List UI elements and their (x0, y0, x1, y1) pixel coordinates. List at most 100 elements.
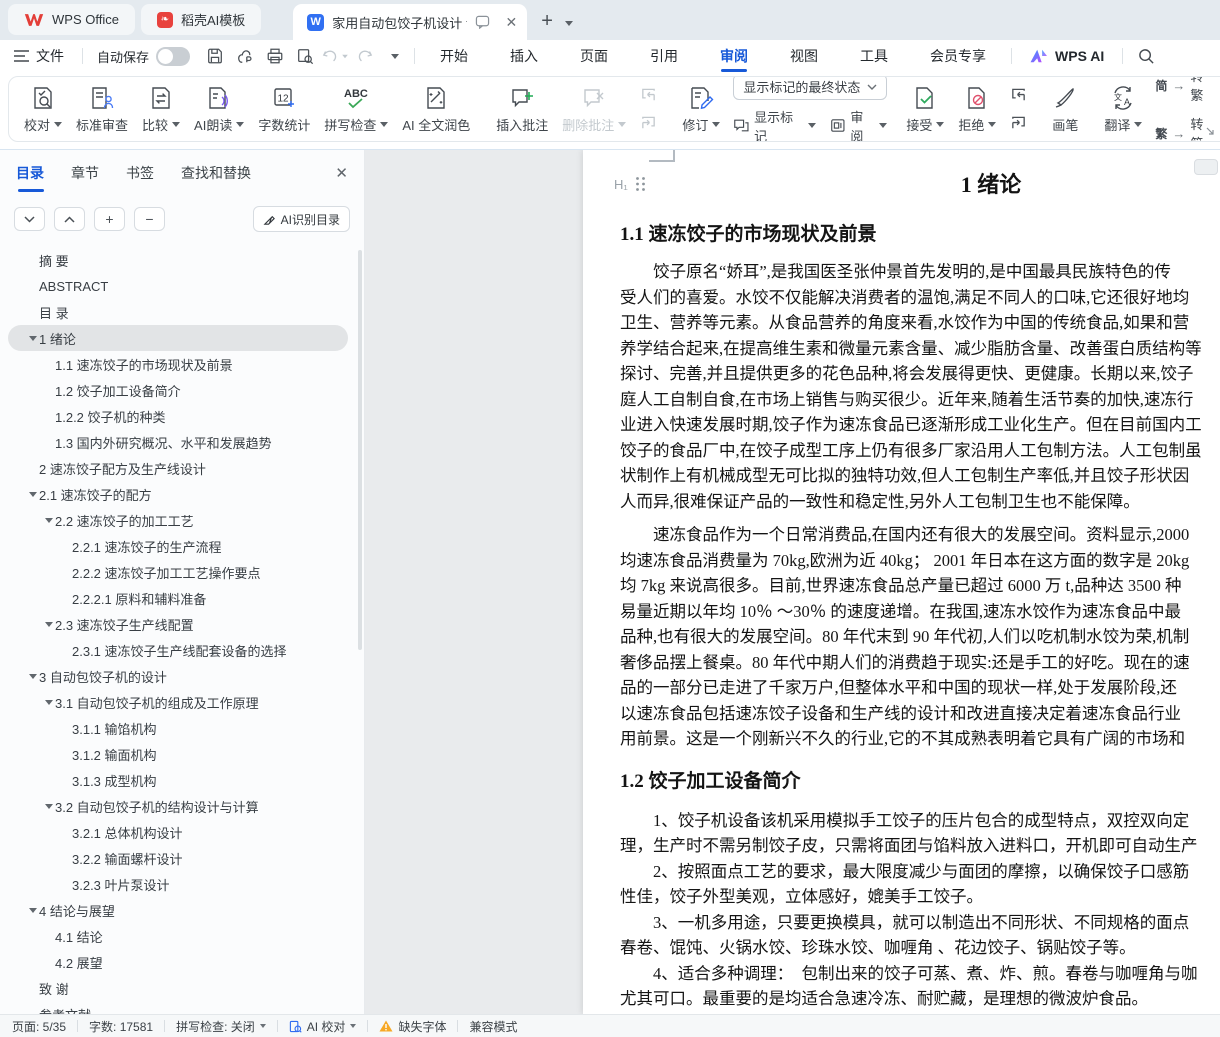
wps-ai-button[interactable]: WPS AI (1016, 48, 1118, 64)
toc-item[interactable]: 3.2.3 叶片泵设计 (8, 871, 364, 897)
toc-collapse-arrow-icon[interactable] (42, 804, 55, 809)
toc-item[interactable]: 1.2 饺子加工设备简介 (8, 377, 364, 403)
tab-list-dropdown-icon[interactable] (565, 13, 573, 31)
tab-docer-templates[interactable]: ❧ 稻壳AI模板 (141, 4, 261, 35)
spell-check-button[interactable]: ABC 拼写检查 (317, 78, 395, 140)
close-tab-icon[interactable]: ✕ (506, 14, 518, 31)
toc-item[interactable]: 1 绪论 (8, 325, 348, 351)
comment-bubble-icon[interactable] (475, 15, 490, 29)
toc-collapse-arrow-icon[interactable] (42, 518, 55, 523)
menu-item[interactable]: 插入 (489, 40, 559, 72)
toc-item[interactable]: 2.2.2.1 原料和辅料准备 (8, 585, 364, 611)
show-markup-button[interactable]: 显示标记 (733, 107, 815, 143)
new-tab-button[interactable]: + (541, 10, 553, 33)
toc-collapse-arrow-icon[interactable] (26, 336, 39, 341)
toc-item[interactable]: 4.1 结论 (8, 923, 364, 949)
toc-item[interactable]: 3.2.2 输面螺杆设计 (8, 845, 364, 871)
previous-change-icon[interactable] (1007, 85, 1029, 105)
undo-redo-dropdown-icon[interactable] (380, 44, 410, 68)
tab-wps-home[interactable]: WPS Office (8, 4, 135, 35)
search-icon[interactable] (1131, 44, 1161, 68)
ai-read-aloud-button[interactable]: AI朗读 (187, 78, 251, 140)
ai-polish-button[interactable]: AI 全文润色 (395, 78, 477, 140)
insert-comment-button[interactable]: 插入批注 (489, 78, 555, 140)
export-pdf-button[interactable] (230, 44, 260, 68)
toc-item[interactable]: 2.3 速冻饺子生产线配置 (8, 611, 364, 637)
toc-item[interactable]: 2.2.2 速冻饺子加工工艺操作要点 (8, 559, 364, 585)
sidebar-tab-bookmarks[interactable]: 书签 (126, 163, 154, 183)
toc-collapse-arrow-icon[interactable] (26, 674, 39, 679)
redo-button[interactable] (350, 44, 380, 68)
review-mode-button[interactable]: 审阅 (830, 107, 888, 143)
toc-item[interactable]: 2.2.1 速冻饺子的生产流程 (8, 533, 364, 559)
menu-item[interactable]: 页面 (559, 40, 629, 72)
menu-item[interactable]: 审阅 (699, 40, 769, 72)
document-page[interactable]: H₁ 1 绪论 1.1 速冻饺子的市场现状及前景 饺子原名“娇耳”,是我国医圣张… (583, 150, 1220, 1014)
sidebar-tab-contents[interactable]: 目录 (16, 163, 44, 183)
missing-font-warning[interactable]: 缺失字体 (379, 1018, 446, 1035)
sidebar-scrollbar[interactable] (358, 250, 362, 650)
document-text[interactable]: 1 绪论 1.1 速冻饺子的市场现状及前景 饺子原名“娇耳”,是我国医圣张仲景首… (620, 150, 1220, 1012)
ai-recognize-toc-button[interactable]: AI识别目录 (253, 206, 350, 232)
toc-item[interactable]: 3.2.1 总体机构设计 (8, 819, 364, 845)
markup-state-select[interactable]: 显示标记的最终状态 (733, 76, 887, 100)
print-preview-button[interactable] (290, 44, 320, 68)
menu-item[interactable]: 引用 (629, 40, 699, 72)
menu-item[interactable]: 会员专享 (909, 40, 1007, 72)
save-button[interactable] (200, 44, 230, 68)
traditional-to-simplified-button[interactable]: 繁→ 转简 (1155, 114, 1203, 142)
proofread-button[interactable]: 校对 (17, 78, 69, 140)
translate-button[interactable]: 文A 翻译 (1097, 78, 1149, 140)
ai-proofread-status[interactable]: AI 校对 (289, 1018, 357, 1035)
menu-item[interactable]: 视图 (769, 40, 839, 72)
toc-item[interactable]: 3.1.2 输面机构 (8, 741, 364, 767)
scroll-top-widget[interactable] (1194, 159, 1218, 175)
expand-all-button[interactable] (54, 207, 85, 231)
collapse-all-button[interactable] (14, 207, 45, 231)
toc-collapse-arrow-icon[interactable] (26, 908, 39, 913)
delete-comment-button[interactable]: 删除批注 (555, 78, 633, 140)
toc-item[interactable]: 4 结论与展望 (8, 897, 364, 923)
toc-item[interactable]: 1.2.2 饺子机的种类 (8, 403, 364, 429)
word-count-button[interactable]: 12 字数统计 (251, 78, 317, 140)
next-change-icon[interactable] (1007, 113, 1029, 133)
toc-item[interactable]: 2 速冻饺子配方及生产线设计 (8, 455, 364, 481)
toc-item[interactable]: 1.3 国内外研究概况、水平和发展趋势 (8, 429, 364, 455)
compare-button[interactable]: 比较 (135, 78, 187, 140)
simplified-to-traditional-button[interactable]: 简→ 转繁 (1155, 76, 1203, 104)
toc-item[interactable]: 3.1 自动包饺子机的组成及工作原理 (8, 689, 364, 715)
ink-brush-button[interactable]: 画笔 (1045, 78, 1085, 140)
next-comment-icon[interactable] (637, 113, 659, 133)
toc-item[interactable]: 参考文献 (8, 1001, 364, 1014)
page-indicator[interactable]: 页面: 5/35 (12, 1018, 66, 1035)
toc-item[interactable]: 目 录 (8, 299, 364, 325)
toc-item[interactable]: ABSTRACT (8, 273, 364, 299)
toc-item[interactable]: 摘 要 (8, 247, 364, 273)
toc-item[interactable]: 3.2 自动包饺子机的结构设计与计算 (8, 793, 364, 819)
print-button[interactable] (260, 44, 290, 68)
undo-button[interactable] (320, 44, 350, 68)
file-menu[interactable]: 文件 (0, 46, 78, 66)
word-count-indicator[interactable]: 字数: 17581 (89, 1018, 153, 1035)
sidebar-tab-find-replace[interactable]: 查找和替换 (181, 163, 251, 183)
zoom-out-outline-button[interactable]: − (134, 207, 165, 231)
toc-item[interactable]: 2.3.1 速冻饺子生产线配套设备的选择 (8, 637, 364, 663)
toc-item[interactable]: 3.1.1 输馅机构 (8, 715, 364, 741)
toc-item[interactable]: 致 谢 (8, 975, 364, 1001)
track-changes-button[interactable]: 修订 (675, 78, 727, 140)
zoom-in-outline-button[interactable]: + (94, 207, 125, 231)
standard-review-button[interactable]: 标准审查 (69, 78, 135, 140)
toc-item[interactable]: 3.1.3 成型机构 (8, 767, 364, 793)
previous-comment-icon[interactable] (637, 85, 659, 105)
toc-item[interactable]: 3 自动包饺子机的设计 (8, 663, 364, 689)
toc-item[interactable]: 2.2 速冻饺子的加工工艺 (8, 507, 364, 533)
autosave-toggle[interactable] (156, 47, 190, 66)
toc-item[interactable]: 1.1 速冻饺子的市场现状及前景 (8, 351, 364, 377)
sidebar-tab-chapters[interactable]: 章节 (71, 163, 99, 183)
spell-check-status[interactable]: 拼写检查: 关闭 (176, 1018, 266, 1035)
accept-change-button[interactable]: 接受 (899, 78, 951, 140)
toc-item[interactable]: 2.1 速冻饺子的配方 (8, 481, 364, 507)
toc-collapse-arrow-icon[interactable] (26, 492, 39, 497)
toc-item[interactable]: 4.2 展望 (8, 949, 364, 975)
menu-item[interactable]: 工具 (839, 40, 909, 72)
